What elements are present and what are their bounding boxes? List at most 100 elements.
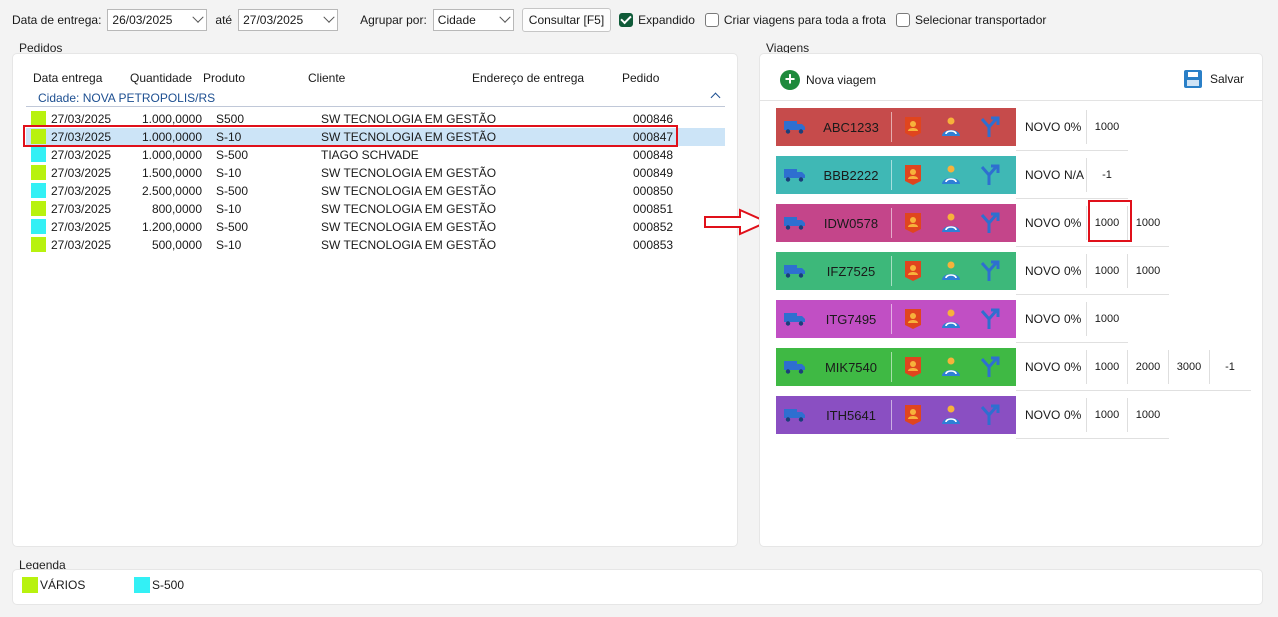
divider [891, 352, 892, 382]
cell-client: SW TECNOLOGIA EM GESTÃO [321, 238, 497, 252]
table-row[interactable]: 27/03/2025 2.500,0000 S-500 SW TECNOLOGIA E… [26, 182, 725, 200]
divider [891, 256, 892, 286]
compartment-capacity[interactable]: 1000 [1087, 361, 1127, 373]
col-order[interactable]: Pedido [622, 71, 659, 85]
chevron-down-icon[interactable] [499, 11, 511, 23]
operator-icon[interactable] [940, 356, 962, 378]
date-from-value: 26/03/2025 [112, 13, 173, 27]
trip-bar[interactable]: IDW0578 [776, 204, 1016, 242]
trip-bar[interactable]: ABC1233 [776, 108, 1016, 146]
trip-bar[interactable]: BBB2222 [776, 156, 1016, 194]
group-by-select[interactable]: Cidade [432, 9, 514, 31]
compartment-capacity[interactable]: 1000 [1087, 313, 1127, 325]
product-color-swatch [31, 111, 46, 126]
fleet-trips-label: Criar viagens para toda a frota [723, 13, 886, 27]
trip-plate: IDW0578 [823, 216, 879, 231]
cell-date: 27/03/2025 [51, 238, 112, 252]
operator-icon[interactable] [940, 164, 962, 186]
driver-badge-icon[interactable] [902, 356, 924, 378]
cell-date: 27/03/2025 [51, 220, 112, 234]
cell-quantity: 1.200,0000 [141, 220, 202, 234]
col-client[interactable]: Cliente [308, 71, 345, 85]
trip-plate: ITG7495 [825, 312, 877, 327]
table-row[interactable]: 27/03/2025 1.500,0000 S-10 SW TECNOLOGIA EM… [26, 164, 725, 182]
trip-bar[interactable]: ITG7495 [776, 300, 1016, 338]
driver-badge-icon[interactable] [902, 164, 924, 186]
save-button[interactable]: Salvar [1183, 70, 1244, 88]
trip-bar[interactable]: IFZ7525 [776, 252, 1016, 290]
legend-label: VÁRIOS [40, 578, 86, 592]
col-quantity[interactable]: Quantidade [130, 71, 192, 85]
checkbox-icon[interactable] [895, 13, 910, 27]
trip-percentage: 0% [1064, 312, 1082, 326]
legend-swatch [134, 577, 150, 593]
checkbox-checked-icon[interactable] [619, 13, 634, 27]
compartment-capacity[interactable]: 1000 [1128, 217, 1168, 229]
cell-quantity: 1.500,0000 [141, 166, 202, 180]
chevron-up-icon[interactable] [710, 92, 721, 103]
col-product[interactable]: Produto [203, 71, 245, 85]
compartment-capacity[interactable]: 1000 [1128, 265, 1168, 277]
compartment-capacity[interactable]: 1000 [1087, 121, 1127, 133]
legend-item: VÁRIOS [22, 577, 85, 593]
group-row[interactable]: Cidade: NOVA PETROPOLIS/RS [26, 91, 725, 107]
legend-swatch [22, 577, 38, 593]
cell-quantity: 800,0000 [151, 202, 202, 216]
compartment-capacity[interactable]: -1 [1210, 361, 1250, 373]
table-row[interactable]: 27/03/2025 1.200,0000 S-500 SW TECNOLOGIA E… [26, 218, 725, 236]
driver-badge-icon[interactable] [902, 212, 924, 234]
trip-status: NOVO [1025, 120, 1061, 134]
trip-plate: MIK7540 [824, 360, 878, 375]
group-label: Cidade: NOVA PETROPOLIS/RS [38, 91, 216, 105]
table-row[interactable]: 27/03/2025 800,0000 S-10 SW TECNOLOGIA EM G… [26, 200, 725, 218]
cell-product: S-10 [216, 238, 242, 252]
col-delivery-date[interactable]: Data entrega [33, 71, 102, 85]
chevron-down-icon[interactable] [323, 11, 335, 23]
product-color-swatch [31, 147, 46, 162]
route-fork-icon[interactable] [978, 212, 1000, 234]
compartment-capacity[interactable]: 3000 [1169, 361, 1209, 373]
cell-product: S-10 [216, 166, 242, 180]
operator-icon[interactable] [940, 404, 962, 426]
trip-bar[interactable]: ITH5641 [776, 396, 1016, 434]
product-color-swatch [31, 201, 46, 216]
date-from-picker[interactable]: 26/03/2025 [107, 9, 208, 31]
route-fork-icon[interactable] [978, 116, 1000, 138]
consult-button[interactable]: Consultar [F5] [521, 8, 612, 32]
route-fork-icon[interactable] [978, 404, 1000, 426]
product-color-swatch [31, 219, 46, 234]
trips-toolbar: + Nova viagem Salvar [780, 70, 1244, 92]
table-row[interactable]: 27/03/2025 500,0000 S-10 SW TECNOLOGIA EM G… [26, 236, 725, 254]
route-fork-icon[interactable] [978, 164, 1000, 186]
chevron-down-icon[interactable] [192, 11, 205, 23]
table-row[interactable]: 27/03/2025 1.000,0000 S-500 TIAGO SCHVADE 00… [26, 146, 725, 164]
compartment-capacity[interactable]: 2000 [1128, 361, 1168, 373]
operator-icon[interactable] [940, 260, 962, 282]
driver-badge-icon[interactable] [902, 116, 924, 138]
compartment-capacity[interactable]: 1000 [1087, 409, 1127, 421]
new-trip-button[interactable]: + Nova viagem [780, 70, 876, 90]
route-fork-icon[interactable] [978, 308, 1000, 330]
new-trip-label: Nova viagem [806, 73, 877, 87]
operator-icon[interactable] [940, 308, 962, 330]
date-label: Data de entrega: [12, 13, 102, 27]
cell-date: 27/03/2025 [51, 112, 112, 126]
route-fork-icon[interactable] [978, 356, 1000, 378]
trip-bar[interactable]: MIK7540 [776, 348, 1016, 386]
route-fork-icon[interactable] [978, 260, 1000, 282]
col-delivery-address[interactable]: Endereço de entrega [472, 71, 584, 85]
compartment-capacity[interactable]: 1000 [1087, 265, 1127, 277]
select-carrier-checkbox[interactable]: Selecionar transportador [895, 13, 1046, 27]
driver-badge-icon[interactable] [902, 404, 924, 426]
checkbox-icon[interactable] [704, 13, 719, 27]
driver-badge-icon[interactable] [902, 260, 924, 282]
compartment-capacity[interactable]: 1000 [1128, 409, 1168, 421]
expanded-checkbox[interactable]: Expandido [619, 13, 695, 27]
cell-quantity: 2.500,0000 [141, 184, 202, 198]
date-to-picker[interactable]: 27/03/2025 [238, 9, 339, 31]
operator-icon[interactable] [940, 116, 962, 138]
fleet-trips-checkbox[interactable]: Criar viagens para toda a frota [704, 13, 886, 27]
compartment-capacity[interactable]: -1 [1087, 169, 1127, 181]
driver-badge-icon[interactable] [902, 308, 924, 330]
operator-icon[interactable] [940, 212, 962, 234]
